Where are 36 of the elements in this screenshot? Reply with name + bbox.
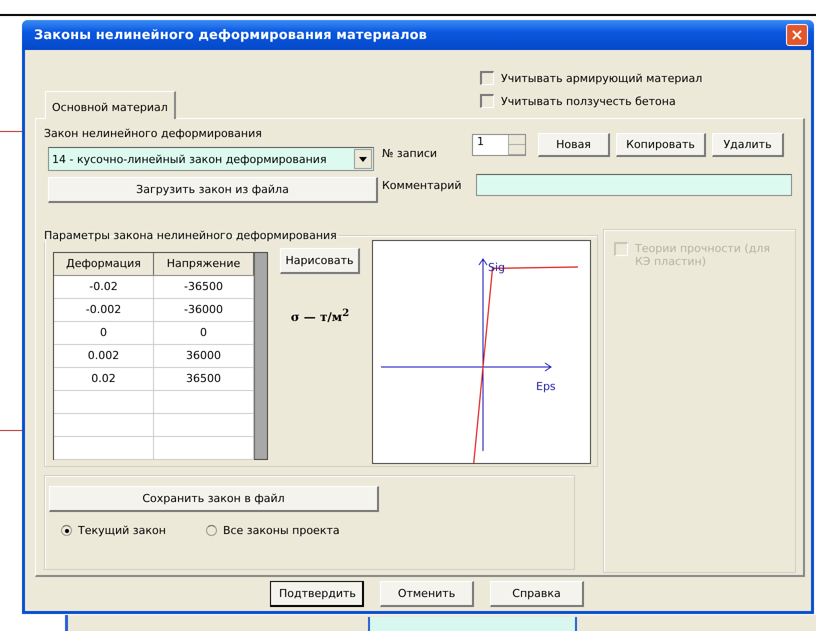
record-button[interactable]: Удалить [712,132,784,156]
law-dropdown[interactable]: 14 - кусочно-линейный закон деформирования [48,147,374,171]
table-cell[interactable]: 0.002 [54,345,154,367]
law-label: Закон нелинейного деформирования [44,127,263,140]
group-title: Параметры закона нелинейного деформирования [43,229,338,242]
checkbox-label: Учитывать ползучесть бетона [501,94,676,108]
window-title: Законы нелинейного деформирования материалов [34,28,427,42]
draw-button[interactable]: Нарисовать [280,248,360,274]
table-cell[interactable]: -0.002 [54,299,154,321]
table-cell[interactable]: -0.02 [54,276,154,298]
checkbox-label: Учитывать армирующий материал [501,72,702,84]
checkbox[interactable] [480,71,494,85]
record-button[interactable]: Копировать [616,132,706,156]
record-spinner[interactable]: 1 [472,134,526,156]
table-cell[interactable]: 0.02 [54,368,154,390]
comment-label: Комментарий [382,178,463,192]
radio-button[interactable] [206,525,217,536]
scrollbar[interactable] [254,253,267,459]
comment-field[interactable] [476,174,792,196]
units-label: σ — т/м$^{2}$ [290,308,350,324]
checkbox[interactable] [480,94,494,108]
save-button[interactable]: Сохранить закон в файл [49,486,379,512]
close-button[interactable]: × [786,24,808,46]
tab[interactable]: Основной материал [45,91,176,119]
dialog-button[interactable]: Подтвердить [270,581,364,607]
dialog-button[interactable]: Справка [490,581,584,607]
record-button[interactable]: Новая [538,132,610,156]
table-cell[interactable]: 0 [54,322,154,344]
column-header: Деформация [54,253,154,275]
record-label: № записи [382,147,438,160]
radio-label: Все законы проекта [222,524,340,537]
radio-label: Текущий закон [78,524,166,537]
axis-label: Eps [536,380,556,393]
dialog-button[interactable]: Отменить [380,581,474,607]
radio-button[interactable] [61,525,72,536]
load-button[interactable]: Загрузить закон из файла [48,177,378,203]
